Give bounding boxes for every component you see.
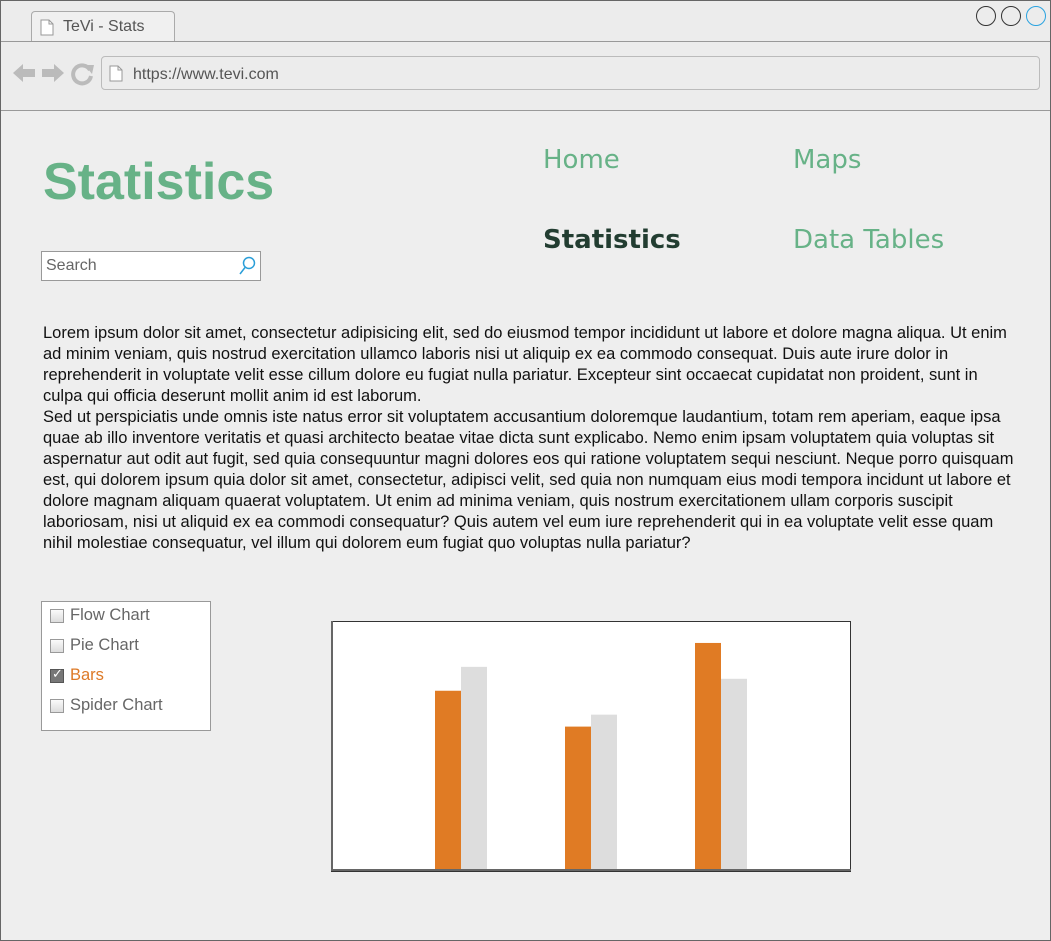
body-paragraph: Lorem ipsum dolor sit amet, consectetur … (43, 324, 1007, 405)
checkbox-label: Pie Chart (70, 636, 139, 654)
back-arrow-icon[interactable] (12, 62, 36, 84)
bar (695, 642, 721, 870)
page-content: Statistics Home Maps Statistics Data Tab… (1, 111, 1050, 940)
maximize-button[interactable] (1001, 6, 1021, 26)
chart-type-list: Flow Chart Pie Chart Bars Spider Chart (41, 601, 211, 731)
document-icon (40, 19, 54, 36)
checkbox-label: Flow Chart (70, 606, 150, 624)
tab-bar: TeVi - Stats (1, 1, 1050, 42)
forward-arrow-icon[interactable] (41, 62, 65, 84)
bar (721, 678, 747, 870)
tab-title: TeVi - Stats (63, 18, 145, 35)
page-title: Statistics (43, 153, 275, 211)
nav-home[interactable]: Home (543, 145, 620, 175)
minimize-button[interactable] (976, 6, 996, 26)
url-text: https://www.tevi.com (133, 66, 279, 83)
bar (591, 714, 617, 870)
nav-data-tables[interactable]: Data Tables (793, 225, 944, 255)
url-field[interactable]: https://www.tevi.com (101, 56, 1040, 90)
bar (435, 690, 461, 870)
bar-chart (331, 621, 851, 872)
document-icon (109, 65, 123, 82)
browser-tab[interactable]: TeVi - Stats (31, 11, 175, 41)
address-bar-row: https://www.tevi.com (1, 42, 1050, 111)
search-icon[interactable] (238, 256, 256, 276)
bar (461, 666, 487, 870)
nav-statistics[interactable]: Statistics (543, 225, 681, 255)
browser-window: TeVi - Stats https://www.tevi.com Statis… (0, 0, 1051, 941)
nav-maps[interactable]: Maps (793, 145, 861, 175)
bar (565, 726, 591, 870)
checkbox[interactable] (50, 667, 64, 683)
checkbox-label: Bars (70, 666, 104, 684)
search-box (41, 251, 261, 281)
checkbox[interactable] (50, 609, 64, 623)
close-button[interactable] (1026, 6, 1046, 26)
reload-icon[interactable] (71, 62, 95, 86)
checkbox[interactable] (50, 699, 64, 713)
checkbox[interactable] (50, 639, 64, 653)
search-input[interactable] (46, 255, 232, 277)
checkbox-label: Spider Chart (70, 696, 163, 714)
body-paragraph: Sed ut perspiciatis unde omnis iste natu… (43, 408, 1014, 552)
